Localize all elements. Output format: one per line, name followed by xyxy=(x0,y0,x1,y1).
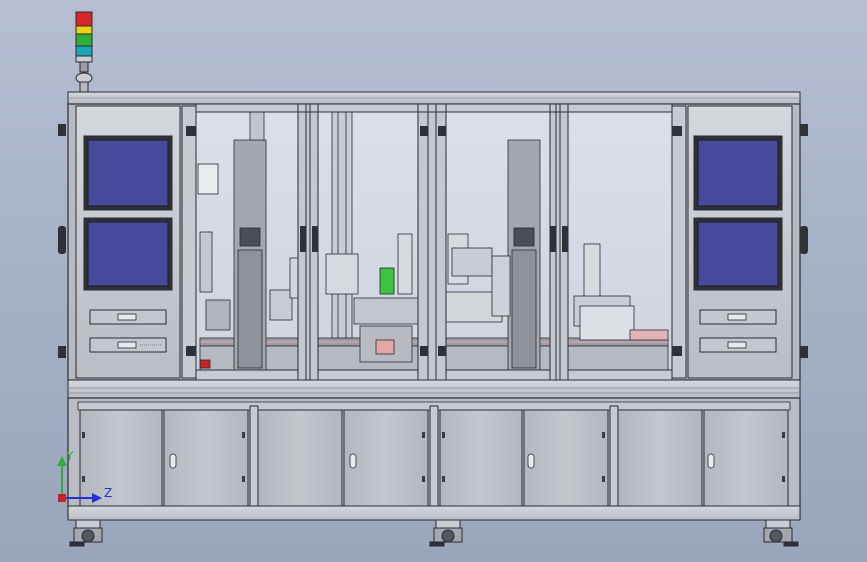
right-control-strip-2 xyxy=(699,337,777,353)
axis-z-label: Z xyxy=(104,486,112,500)
axis-y-label: Y xyxy=(65,449,74,463)
left-control-strip-2 xyxy=(89,337,167,353)
cabinet-doors xyxy=(79,405,789,511)
left-control-strip-1 xyxy=(89,309,167,325)
machine-drawing: Z Y xyxy=(57,11,808,547)
right-screen-bottom xyxy=(693,217,783,291)
signal-tower-icon xyxy=(75,11,93,93)
caster-wheel-icon xyxy=(69,519,799,547)
base-rail xyxy=(67,505,801,521)
right-control-strip-1 xyxy=(699,309,777,325)
table-rail xyxy=(67,379,801,399)
door-handle-icon xyxy=(58,124,66,358)
left-screen-top xyxy=(83,135,173,211)
right-door-handle-icon xyxy=(800,124,808,358)
right-screen-top xyxy=(693,135,783,211)
left-screen-bottom xyxy=(83,217,173,291)
